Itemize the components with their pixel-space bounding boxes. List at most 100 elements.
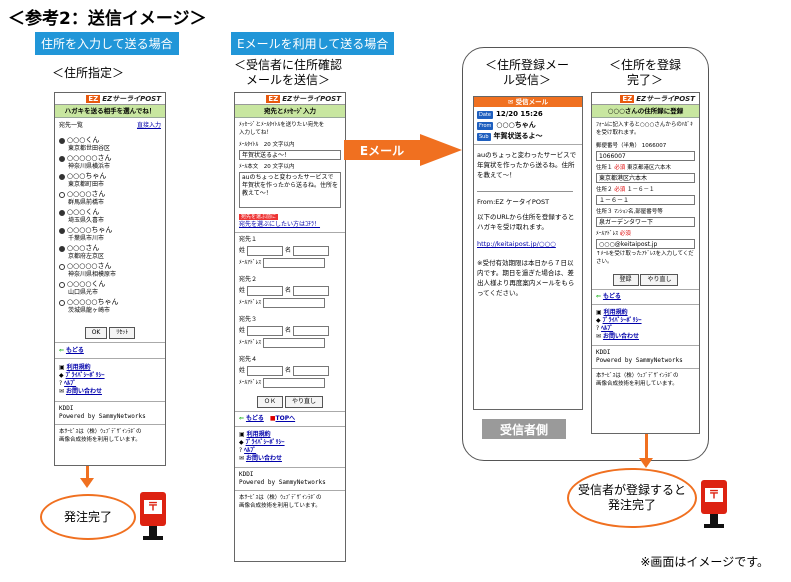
recipient-list: ○○○くん 東京都世田谷区 ○○○○○さん 神奈川県横浜市 ○○○ちゃん 東京都町田市 ○○… [55, 136, 165, 315]
caption-line: ＜受信者に住所確認 [233, 58, 342, 72]
sei-input[interactable] [247, 246, 284, 256]
list-item[interactable]: ○○○ちゃん 東京都町田市 [55, 172, 165, 189]
register-button[interactable]: 登録 [612, 274, 639, 286]
list-item[interactable]: ○○○○くん 山口県光市 [55, 280, 165, 297]
powered-by: Powered by SammyNetworks [239, 479, 326, 486]
reset-button[interactable]: ﾘｾｯﾄ [109, 327, 136, 339]
list-item[interactable]: ○○○○ちゃん 千葉県市川市 [55, 226, 165, 243]
direct-input-link[interactable]: 直接入力 [137, 122, 161, 130]
tech-note: 本ｻｰﾋﾞｽは（株）ｳｪﾌﾞﾃﾞｻﾞｲﾝﾗﾎﾞの [596, 373, 679, 379]
mail-input[interactable] [263, 298, 326, 308]
mail-label: ﾒｰﾙｱﾄﾞﾚｽ [239, 340, 262, 346]
mail-note: ↑ﾒｰﾙを受け取ったｱﾄﾞﾚｽを入力してください。 [596, 251, 694, 265]
radio-icon[interactable] [59, 173, 65, 180]
mei-input[interactable] [293, 246, 330, 256]
sei-input[interactable] [247, 286, 284, 296]
list-item[interactable]: ○○○さん 京都府左京区 [55, 244, 165, 261]
top-link[interactable]: TOPへ [276, 415, 296, 422]
mail-label: ﾒｰﾙｱﾄﾞﾚｽ [596, 231, 619, 237]
recipient-name: ○○○くん [67, 136, 100, 144]
ok-button[interactable]: OK [84, 327, 108, 339]
terms-link[interactable]: 利用規約 [247, 431, 271, 438]
key-icon: ◆ [59, 372, 64, 379]
arrow-stem [645, 434, 648, 460]
radio-icon[interactable] [59, 245, 65, 252]
ok-button[interactable]: ＯＫ [257, 396, 284, 408]
caption-line: メールを送信＞ [245, 73, 330, 87]
mail-input[interactable] [263, 258, 326, 268]
recipient-name: ○○○○さん [67, 190, 106, 198]
mail-label: ﾒｰﾙｱﾄﾞﾚｽ [239, 380, 262, 386]
radio-icon[interactable] [59, 299, 65, 306]
mail-input[interactable]: ○○○@keitaipost.jp [596, 239, 695, 249]
radio-icon[interactable] [59, 155, 65, 162]
list-item[interactable]: ○○○くん 埼玉県久喜市 [55, 208, 165, 225]
recipient-name: ○○○○ちゃん [67, 226, 113, 234]
recipient-label: 宛先３ [239, 316, 258, 323]
zip-input[interactable]: 1066007 [596, 151, 695, 161]
help-link[interactable]: ﾍﾙﾌﾟ [601, 325, 613, 332]
redo-button[interactable]: やり直し [640, 274, 679, 286]
list-item[interactable]: ○○○○さん 群馬県前橋市 [55, 190, 165, 207]
mei-input[interactable] [293, 286, 330, 296]
addr2-input[interactable]: １－６－１ [596, 195, 695, 205]
help-icon: ? [596, 325, 600, 332]
logo-text: EZサーライPOST [282, 94, 341, 103]
caption-send-confirm: ＜受信者に住所確認 メールを送信＞ [226, 58, 350, 88]
contact-link[interactable]: お問い合わせ [603, 333, 639, 340]
required-badge: 必須 [619, 231, 631, 237]
help-link[interactable]: ﾍﾙﾌﾟ [64, 380, 76, 387]
required-badge: 必須 [614, 187, 626, 193]
radio-icon[interactable] [59, 281, 65, 288]
radio-icon[interactable] [59, 137, 65, 144]
privacy-link[interactable]: ﾌﾟﾗｲﾊﾞｼｰﾎﾟﾘｼｰ [246, 439, 285, 446]
list-item[interactable]: ○○○○○さん 神奈川県横浜市 [55, 154, 165, 171]
addr1-input[interactable]: 東京都港区六本木 [596, 173, 695, 183]
privacy-link[interactable]: ﾌﾟﾗｲﾊﾞｼｰﾎﾟﾘｼｰ [603, 317, 642, 324]
tech-note: 画像合成技術を利用しています。 [59, 437, 141, 443]
radio-icon[interactable] [59, 209, 65, 216]
sei-input[interactable] [247, 366, 284, 376]
down-arrow-icon [80, 478, 94, 488]
registration-url[interactable]: http://keitaipost.jp/○○○ [474, 236, 582, 252]
down-arrow-icon [639, 458, 653, 468]
recipient-form: 宛先３ 姓 名 ﾒｰﾙｱﾄﾞﾚｽ [235, 316, 345, 348]
radio-icon[interactable] [59, 191, 65, 198]
contact-link[interactable]: お問い合わせ [246, 455, 282, 462]
list-item[interactable]: ○○○○○ちゃん 茨城県龍ヶ崎市 [55, 298, 165, 315]
mei-input[interactable] [293, 366, 330, 376]
section-label-email: Eメールを利用して送る場合 [231, 32, 395, 55]
help-link[interactable]: ﾍﾙﾌﾟ [244, 447, 256, 454]
recipient-address: 山口県光市 [68, 289, 99, 296]
recipient-form: 宛先１ 姓 名 ﾒｰﾙｱﾄﾞﾚｽ [235, 236, 345, 268]
company-name: KDDI [239, 471, 254, 478]
recipient-label: 宛先２ [239, 276, 258, 283]
addr3-input[interactable]: 泉ガーデンタワー下 [596, 217, 695, 227]
radio-icon[interactable] [59, 227, 65, 234]
list-item[interactable]: ○○○くん 東京都世田谷区 [55, 136, 165, 153]
mail-input[interactable] [263, 338, 326, 348]
mail-title-input[interactable]: 年賀状送るよ～！ [239, 150, 341, 160]
back-link[interactable]: もどる [66, 347, 84, 354]
radio-icon[interactable] [59, 263, 65, 270]
mail-input[interactable] [263, 378, 326, 388]
powered-by: Powered by SammyNetworks [59, 413, 146, 420]
contact-link[interactable]: お問い合わせ [66, 388, 102, 395]
privacy-link[interactable]: ﾌﾟﾗｲﾊﾞｼｰﾎﾟﾘｼｰ [66, 372, 105, 379]
mei-input[interactable] [293, 326, 330, 336]
mail-body-input[interactable]: auのちょっと変わったサービスで年賀状を作ったから送るね。住所を教えて～！ [239, 172, 341, 208]
footer-links: ▣ 利用規約 ◆ ﾌﾟﾗｲﾊﾞｼｰﾎﾟﾘｼｰ ? ﾍﾙﾌﾟ ✉ お問い合わせ [55, 362, 165, 398]
back-link[interactable]: もどる [246, 415, 264, 422]
sei-input[interactable] [247, 326, 284, 336]
addr2-hint: １－６－１ [627, 187, 655, 193]
redo-button[interactable]: やり直し [284, 396, 323, 408]
recipient-name: ○○○○くん [67, 280, 106, 288]
terms-link[interactable]: 利用規約 [67, 364, 91, 371]
back-link[interactable]: もどる [603, 293, 621, 300]
notice-link[interactable]: 宛先を選ぶにしたい方はｺﾁﾗ！ [239, 221, 320, 228]
mail-icon: ✉ [596, 333, 602, 340]
addr1-label: 住所１ [596, 165, 613, 171]
mail-date: 12/20 15:26 [495, 110, 543, 118]
list-item[interactable]: ○○○○○さん 神奈川県相模原市 [55, 262, 165, 279]
terms-link[interactable]: 利用規約 [604, 309, 628, 316]
